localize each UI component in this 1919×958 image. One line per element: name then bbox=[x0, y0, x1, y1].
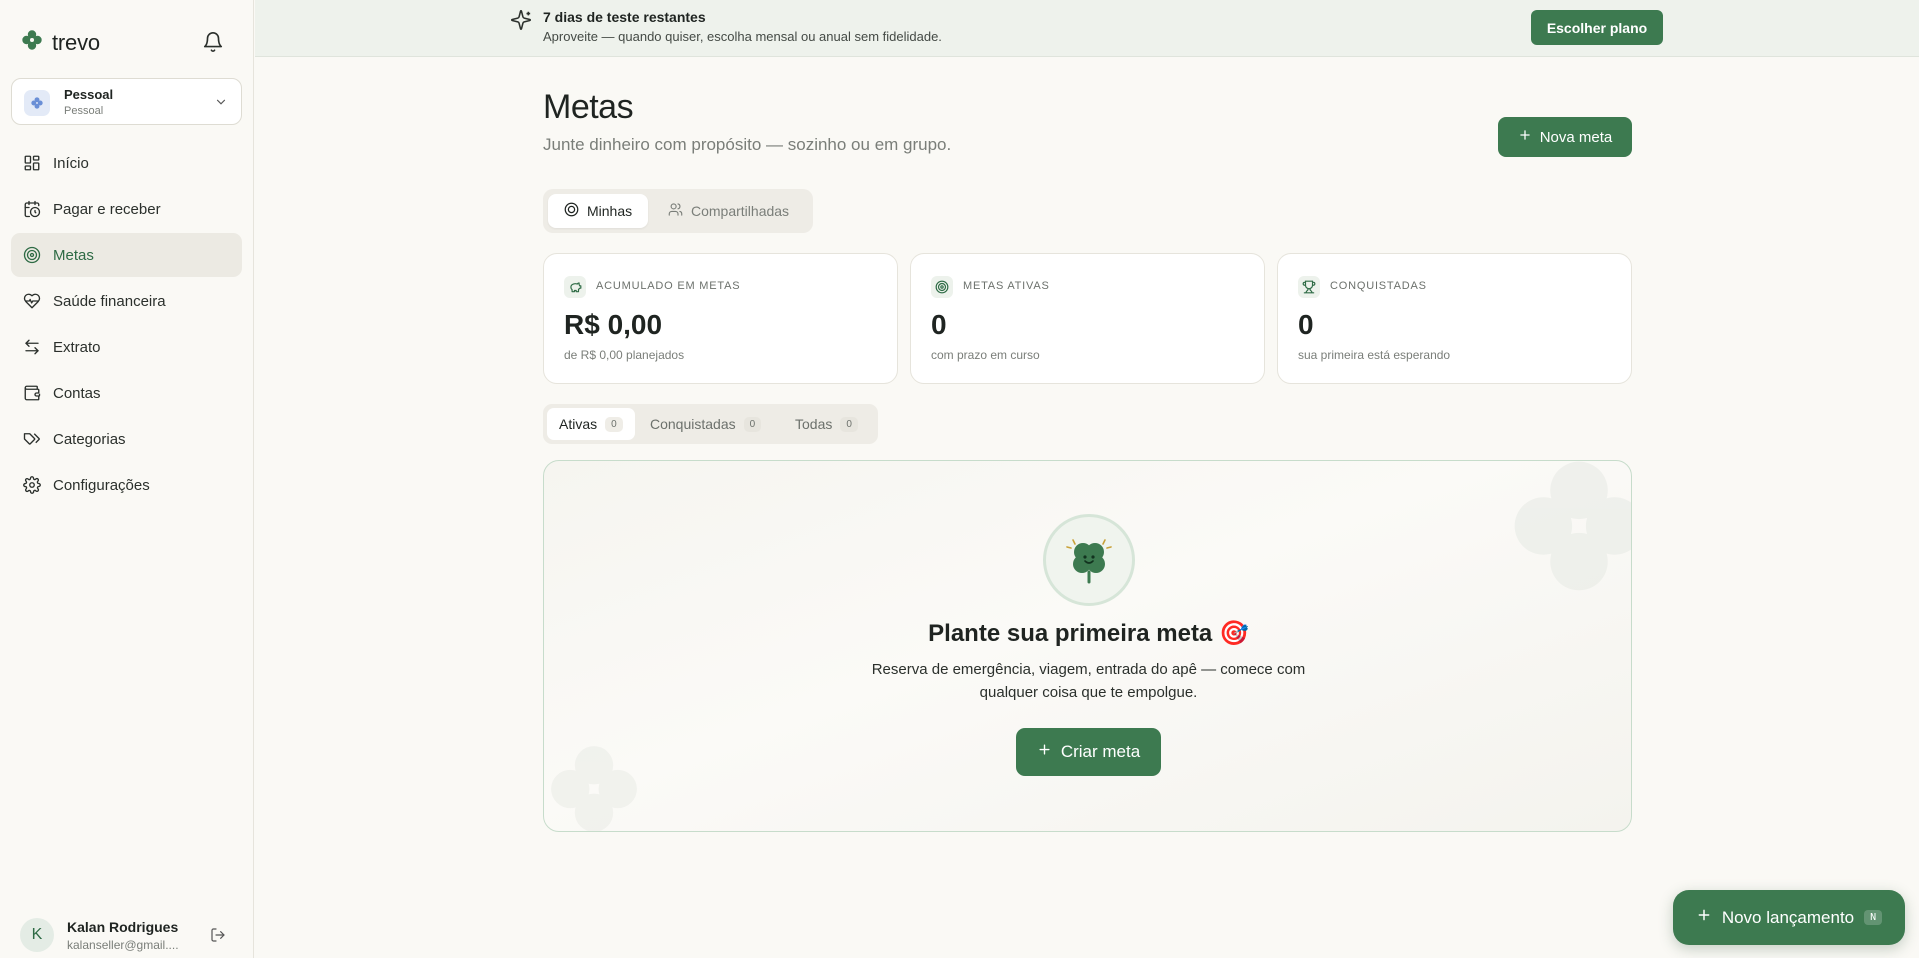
new-transaction-button[interactable]: Novo lançamento N bbox=[1673, 890, 1905, 945]
stat-value: 0 bbox=[931, 309, 947, 340]
sidebar-item-configuracoes[interactable]: Configurações bbox=[11, 463, 242, 507]
sidebar-item-saude-financeira[interactable]: Saúde financeira bbox=[11, 279, 242, 323]
tab-label: Todas bbox=[795, 416, 833, 432]
new-goal-button[interactable]: Nova meta bbox=[1498, 117, 1632, 157]
workspace-name: Pessoal bbox=[64, 87, 114, 102]
tags-icon bbox=[23, 430, 41, 448]
banner-subtitle: Aproveite — quando quiser, escolha mensa… bbox=[543, 29, 942, 44]
chevron-down-icon bbox=[214, 95, 228, 109]
logout-icon[interactable] bbox=[210, 927, 226, 943]
sidebar-item-label: Categorias bbox=[53, 430, 126, 448]
grid-icon bbox=[23, 154, 41, 172]
piggy-bank-icon bbox=[564, 276, 586, 298]
empty-state-title: Plante sua primeira meta 🎯 bbox=[928, 620, 1249, 647]
plus-icon bbox=[1518, 128, 1532, 146]
tab-conquistadas[interactable]: Conquistadas 0 bbox=[638, 408, 773, 440]
calendar-clock-icon bbox=[23, 200, 41, 218]
stat-label: Conquistadas bbox=[1330, 280, 1427, 292]
clover-decoration-icon bbox=[1504, 461, 1631, 606]
tab-label: Ativas bbox=[559, 416, 598, 432]
arrows-swap-icon bbox=[23, 338, 41, 356]
tab-todas[interactable]: Todas 0 bbox=[783, 408, 870, 440]
stat-value: 0 bbox=[1298, 309, 1314, 340]
sidebar-item-label: Configurações bbox=[53, 476, 150, 494]
clover-decoration-icon bbox=[544, 739, 644, 831]
create-goal-button[interactable]: Criar meta bbox=[1016, 728, 1161, 776]
workspace-switcher[interactable]: Pessoal Pessoal bbox=[11, 78, 242, 125]
count-badge: 0 bbox=[605, 416, 623, 432]
tab-label: Minhas bbox=[587, 203, 633, 219]
stat-note: de R$ 0,00 planejados bbox=[564, 348, 685, 362]
sidebar-item-label: Início bbox=[53, 154, 89, 172]
happy-clover-icon bbox=[1043, 514, 1135, 606]
count-badge: 0 bbox=[840, 416, 858, 432]
ownership-segment: Minhas Compartilhadas bbox=[543, 189, 813, 233]
banner-title: 7 dias de teste restantes bbox=[543, 9, 706, 25]
new-transaction-label: Novo lançamento bbox=[1721, 907, 1855, 927]
sidebar-item-label: Extrato bbox=[53, 338, 101, 356]
create-goal-label: Criar meta bbox=[1060, 742, 1141, 761]
dart-target-icon: 🎯 bbox=[1218, 620, 1249, 647]
tab-label: Compartilhadas bbox=[691, 203, 790, 219]
sidebar-item-pagar-receber[interactable]: Pagar e receber bbox=[11, 187, 242, 231]
workspace-type: Pessoal bbox=[64, 105, 104, 117]
trial-banner: 7 dias de teste restantes Aproveite — qu… bbox=[255, 0, 1919, 57]
users-icon bbox=[668, 202, 683, 220]
page-subtitle: Junte dinheiro com propósito — sozinho o… bbox=[543, 135, 952, 154]
sidebar-item-inicio[interactable]: Início bbox=[11, 141, 242, 185]
sidebar-item-label: Saúde financeira bbox=[53, 292, 166, 310]
new-goal-label: Nova meta bbox=[1539, 128, 1613, 146]
user-email: kalanseller@gmail.... bbox=[67, 938, 179, 952]
choose-plan-button[interactable]: Escolher plano bbox=[1531, 10, 1663, 45]
stat-note: com prazo em curso bbox=[931, 348, 1040, 362]
stat-card-achieved: Conquistadas 0 sua primeira está esperan… bbox=[1277, 253, 1632, 384]
clover-logo-icon bbox=[20, 28, 44, 57]
sidebar-item-metas[interactable]: Metas bbox=[11, 233, 242, 277]
tab-label: Conquistadas bbox=[650, 416, 736, 432]
tab-minhas[interactable]: Minhas bbox=[548, 194, 649, 228]
sidebar: trevo Pessoal Pessoal Início Pagar e rec… bbox=[0, 0, 254, 958]
stat-card-active: Metas ativas 0 com prazo em curso bbox=[910, 253, 1265, 384]
target-icon bbox=[564, 202, 579, 220]
heart-pulse-icon bbox=[23, 292, 41, 310]
stat-label: Metas ativas bbox=[963, 280, 1050, 292]
count-badge: 0 bbox=[743, 416, 762, 432]
stat-note: sua primeira está esperando bbox=[1298, 348, 1451, 362]
empty-state-description: Reserva de emergência, viagem, entrada d… bbox=[871, 661, 1306, 701]
bell-icon[interactable] bbox=[202, 31, 224, 53]
user-name: Kalan Rodrigues bbox=[67, 919, 179, 935]
sidebar-item-extrato[interactable]: Extrato bbox=[11, 325, 242, 369]
brand[interactable]: trevo bbox=[20, 28, 100, 57]
tab-ativas[interactable]: Ativas 0 bbox=[547, 408, 635, 440]
sidebar-item-contas[interactable]: Contas bbox=[11, 371, 242, 415]
user-profile[interactable]: K Kalan Rodrigues kalanseller@gmail.... bbox=[20, 918, 240, 952]
brand-name: trevo bbox=[52, 29, 100, 55]
target-icon bbox=[931, 276, 953, 298]
stat-card-accumulated: Acumulado em metas R$ 0,00 de R$ 0,00 pl… bbox=[543, 253, 898, 384]
avatar: K bbox=[20, 918, 54, 952]
stat-label: Acumulado em metas bbox=[596, 280, 741, 292]
sidebar-item-categorias[interactable]: Categorias bbox=[11, 417, 242, 461]
plus-icon bbox=[1696, 907, 1712, 928]
page-title: Metas bbox=[543, 88, 634, 126]
target-icon bbox=[23, 246, 41, 264]
sidebar-item-label: Metas bbox=[53, 246, 94, 264]
stat-value: R$ 0,00 bbox=[564, 309, 663, 340]
sparkles-icon bbox=[510, 9, 532, 36]
status-filter-tabs: Ativas 0 Conquistadas 0 Todas 0 bbox=[543, 404, 878, 444]
sidebar-item-label: Contas bbox=[53, 384, 101, 402]
wallet-icon bbox=[23, 384, 41, 402]
sidebar-item-label: Pagar e receber bbox=[53, 200, 161, 218]
gear-icon bbox=[23, 476, 41, 494]
plus-icon bbox=[1037, 742, 1052, 762]
sidebar-nav: Início Pagar e receber Metas Saúde finan… bbox=[11, 141, 242, 509]
workspace-avatar bbox=[24, 90, 50, 116]
tab-compartilhadas[interactable]: Compartilhadas bbox=[652, 194, 805, 228]
trophy-icon bbox=[1298, 276, 1320, 298]
keyboard-shortcut-badge: N bbox=[1864, 910, 1883, 925]
empty-state: Plante sua primeira meta 🎯 Reserva de em… bbox=[543, 460, 1632, 832]
